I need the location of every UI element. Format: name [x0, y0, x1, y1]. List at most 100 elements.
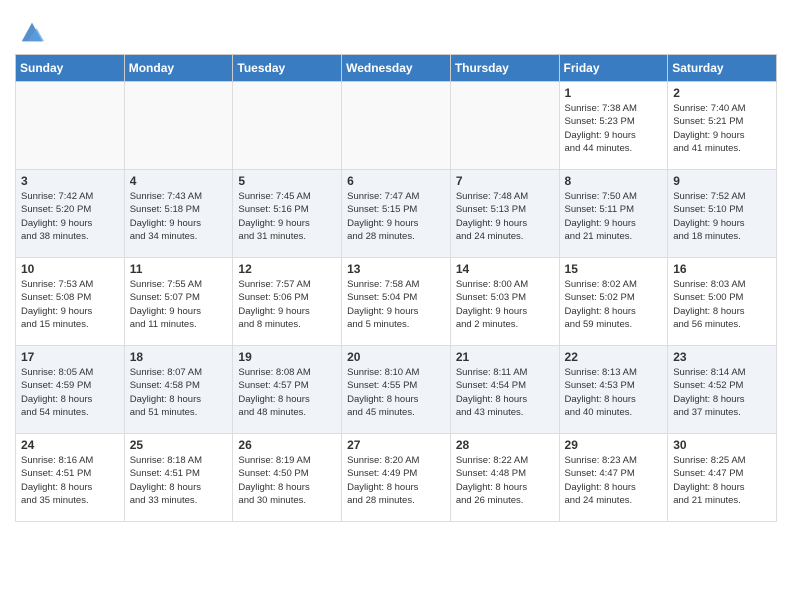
calendar-cell: 7 Sunrise: 7:48 AM Sunset: 5:13 PM Daylig…: [450, 170, 559, 258]
day-number: 8: [565, 174, 663, 188]
day-info: Sunrise: 8:14 AM Sunset: 4:52 PM Dayligh…: [673, 366, 771, 419]
weekday-header-row: SundayMondayTuesdayWednesdayThursdayFrid…: [16, 55, 777, 82]
day-info: Sunrise: 8:13 AM Sunset: 4:53 PM Dayligh…: [565, 366, 663, 419]
day-info: Sunrise: 8:22 AM Sunset: 4:48 PM Dayligh…: [456, 454, 554, 507]
calendar-cell: 21 Sunrise: 8:11 AM Sunset: 4:54 PM Dayli…: [450, 346, 559, 434]
day-info: Sunrise: 7:38 AM Sunset: 5:23 PM Dayligh…: [565, 102, 663, 155]
calendar-cell: 18 Sunrise: 8:07 AM Sunset: 4:58 PM Dayli…: [124, 346, 233, 434]
calendar-cell: 24 Sunrise: 8:16 AM Sunset: 4:51 PM Dayli…: [16, 434, 125, 522]
day-number: 13: [347, 262, 445, 276]
calendar-cell: [450, 82, 559, 170]
calendar-cell: 3 Sunrise: 7:42 AM Sunset: 5:20 PM Daylig…: [16, 170, 125, 258]
calendar-cell: 25 Sunrise: 8:18 AM Sunset: 4:51 PM Dayli…: [124, 434, 233, 522]
day-number: 18: [130, 350, 228, 364]
day-info: Sunrise: 8:25 AM Sunset: 4:47 PM Dayligh…: [673, 454, 771, 507]
calendar-cell: [16, 82, 125, 170]
day-info: Sunrise: 7:52 AM Sunset: 5:10 PM Dayligh…: [673, 190, 771, 243]
calendar-cell: 20 Sunrise: 8:10 AM Sunset: 4:55 PM Dayli…: [342, 346, 451, 434]
day-number: 17: [21, 350, 119, 364]
day-number: 7: [456, 174, 554, 188]
day-info: Sunrise: 8:05 AM Sunset: 4:59 PM Dayligh…: [21, 366, 119, 419]
day-info: Sunrise: 8:20 AM Sunset: 4:49 PM Dayligh…: [347, 454, 445, 507]
day-info: Sunrise: 8:11 AM Sunset: 4:54 PM Dayligh…: [456, 366, 554, 419]
day-number: 10: [21, 262, 119, 276]
calendar-week-row: 17 Sunrise: 8:05 AM Sunset: 4:59 PM Dayli…: [16, 346, 777, 434]
calendar-week-row: 3 Sunrise: 7:42 AM Sunset: 5:20 PM Daylig…: [16, 170, 777, 258]
calendar-cell: 1 Sunrise: 7:38 AM Sunset: 5:23 PM Daylig…: [559, 82, 668, 170]
day-number: 11: [130, 262, 228, 276]
day-number: 9: [673, 174, 771, 188]
day-number: 21: [456, 350, 554, 364]
calendar-cell: 15 Sunrise: 8:02 AM Sunset: 5:02 PM Dayli…: [559, 258, 668, 346]
calendar-cell: 22 Sunrise: 8:13 AM Sunset: 4:53 PM Dayli…: [559, 346, 668, 434]
calendar-cell: 9 Sunrise: 7:52 AM Sunset: 5:10 PM Daylig…: [668, 170, 777, 258]
day-number: 4: [130, 174, 228, 188]
day-info: Sunrise: 8:00 AM Sunset: 5:03 PM Dayligh…: [456, 278, 554, 331]
day-number: 28: [456, 438, 554, 452]
calendar-cell: 29 Sunrise: 8:23 AM Sunset: 4:47 PM Dayli…: [559, 434, 668, 522]
day-info: Sunrise: 7:40 AM Sunset: 5:21 PM Dayligh…: [673, 102, 771, 155]
calendar-cell: 27 Sunrise: 8:20 AM Sunset: 4:49 PM Dayli…: [342, 434, 451, 522]
weekday-header-thursday: Thursday: [450, 55, 559, 82]
day-number: 19: [238, 350, 336, 364]
day-info: Sunrise: 7:57 AM Sunset: 5:06 PM Dayligh…: [238, 278, 336, 331]
day-number: 2: [673, 86, 771, 100]
day-info: Sunrise: 7:43 AM Sunset: 5:18 PM Dayligh…: [130, 190, 228, 243]
day-info: Sunrise: 8:19 AM Sunset: 4:50 PM Dayligh…: [238, 454, 336, 507]
calendar-cell: [342, 82, 451, 170]
calendar-cell: 2 Sunrise: 7:40 AM Sunset: 5:21 PM Daylig…: [668, 82, 777, 170]
calendar-cell: [233, 82, 342, 170]
day-info: Sunrise: 8:02 AM Sunset: 5:02 PM Dayligh…: [565, 278, 663, 331]
calendar-cell: 6 Sunrise: 7:47 AM Sunset: 5:15 PM Daylig…: [342, 170, 451, 258]
page-header: [15, 10, 777, 46]
weekday-header-tuesday: Tuesday: [233, 55, 342, 82]
day-number: 3: [21, 174, 119, 188]
weekday-header-monday: Monday: [124, 55, 233, 82]
day-info: Sunrise: 8:08 AM Sunset: 4:57 PM Dayligh…: [238, 366, 336, 419]
day-info: Sunrise: 7:48 AM Sunset: 5:13 PM Dayligh…: [456, 190, 554, 243]
day-number: 1: [565, 86, 663, 100]
day-number: 15: [565, 262, 663, 276]
calendar-cell: 19 Sunrise: 8:08 AM Sunset: 4:57 PM Dayli…: [233, 346, 342, 434]
calendar-cell: 23 Sunrise: 8:14 AM Sunset: 4:52 PM Dayli…: [668, 346, 777, 434]
calendar-cell: 13Sunrise: 7:58 AM Sunset: 5:04 PM Dayli…: [342, 258, 451, 346]
calendar-cell: 28 Sunrise: 8:22 AM Sunset: 4:48 PM Dayli…: [450, 434, 559, 522]
calendar-cell: 12 Sunrise: 7:57 AM Sunset: 5:06 PM Dayli…: [233, 258, 342, 346]
weekday-header-sunday: Sunday: [16, 55, 125, 82]
calendar-week-row: 10Sunrise: 7:53 AM Sunset: 5:08 PM Dayli…: [16, 258, 777, 346]
calendar-cell: 11Sunrise: 7:55 AM Sunset: 5:07 PM Dayli…: [124, 258, 233, 346]
calendar-cell: 14Sunrise: 8:00 AM Sunset: 5:03 PM Dayli…: [450, 258, 559, 346]
day-number: 29: [565, 438, 663, 452]
calendar-cell: 5 Sunrise: 7:45 AM Sunset: 5:16 PM Daylig…: [233, 170, 342, 258]
day-number: 25: [130, 438, 228, 452]
logo: [15, 18, 46, 46]
day-number: 23: [673, 350, 771, 364]
day-number: 5: [238, 174, 336, 188]
day-info: Sunrise: 7:45 AM Sunset: 5:16 PM Dayligh…: [238, 190, 336, 243]
logo-icon: [18, 18, 46, 46]
day-info: Sunrise: 8:03 AM Sunset: 5:00 PM Dayligh…: [673, 278, 771, 331]
day-info: Sunrise: 8:23 AM Sunset: 4:47 PM Dayligh…: [565, 454, 663, 507]
calendar-table: SundayMondayTuesdayWednesdayThursdayFrid…: [15, 54, 777, 522]
day-info: Sunrise: 8:10 AM Sunset: 4:55 PM Dayligh…: [347, 366, 445, 419]
day-info: Sunrise: 7:47 AM Sunset: 5:15 PM Dayligh…: [347, 190, 445, 243]
day-number: 27: [347, 438, 445, 452]
day-info: Sunrise: 8:16 AM Sunset: 4:51 PM Dayligh…: [21, 454, 119, 507]
day-number: 16: [673, 262, 771, 276]
day-number: 22: [565, 350, 663, 364]
day-number: 12: [238, 262, 336, 276]
day-number: 6: [347, 174, 445, 188]
day-number: 30: [673, 438, 771, 452]
day-info: Sunrise: 7:42 AM Sunset: 5:20 PM Dayligh…: [21, 190, 119, 243]
calendar-week-row: 24 Sunrise: 8:16 AM Sunset: 4:51 PM Dayli…: [16, 434, 777, 522]
day-info: Sunrise: 7:50 AM Sunset: 5:11 PM Dayligh…: [565, 190, 663, 243]
calendar-cell: 16 Sunrise: 8:03 AM Sunset: 5:00 PM Dayli…: [668, 258, 777, 346]
calendar-cell: 17 Sunrise: 8:05 AM Sunset: 4:59 PM Dayli…: [16, 346, 125, 434]
day-number: 24: [21, 438, 119, 452]
day-info: Sunrise: 8:18 AM Sunset: 4:51 PM Dayligh…: [130, 454, 228, 507]
day-info: Sunrise: 8:07 AM Sunset: 4:58 PM Dayligh…: [130, 366, 228, 419]
day-number: 20: [347, 350, 445, 364]
weekday-header-wednesday: Wednesday: [342, 55, 451, 82]
calendar-cell: [124, 82, 233, 170]
calendar-cell: 30 Sunrise: 8:25 AM Sunset: 4:47 PM Dayli…: [668, 434, 777, 522]
